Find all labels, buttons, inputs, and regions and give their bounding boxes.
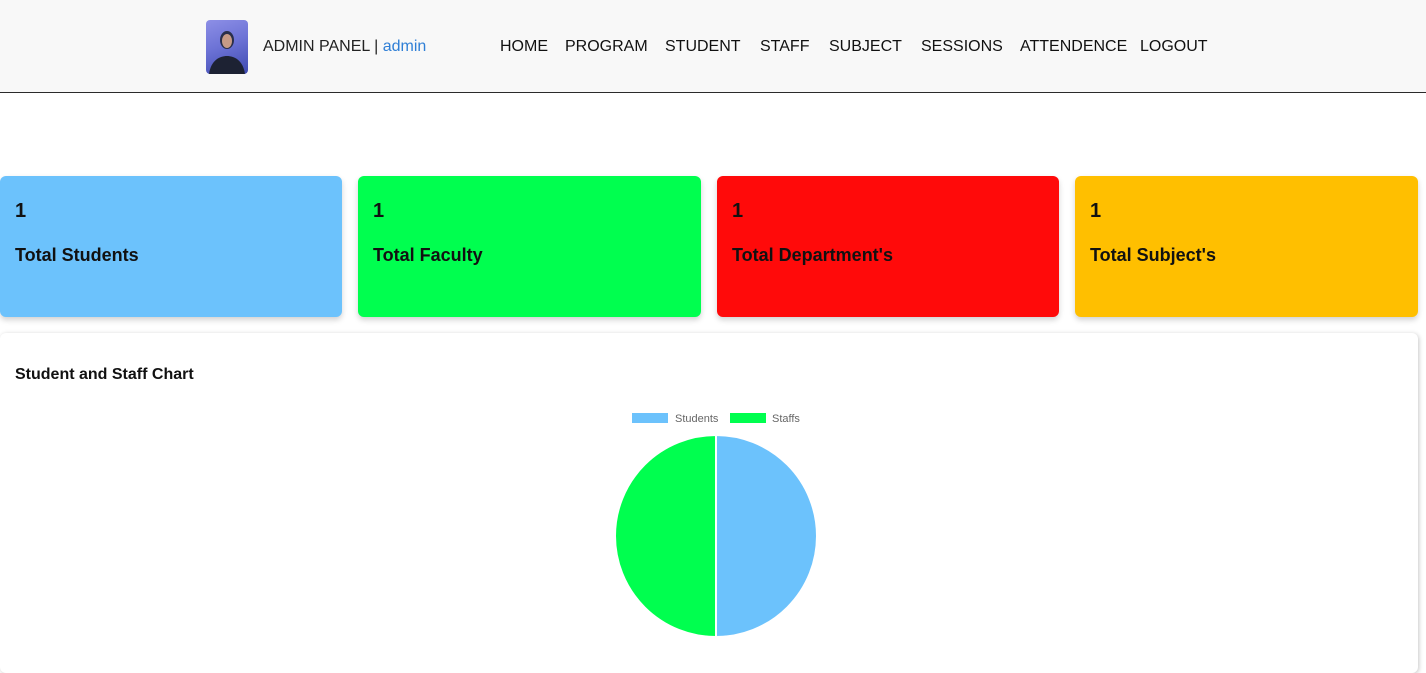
- nav-attendence[interactable]: ATTENDENCE: [1020, 38, 1127, 56]
- total-departments-count: 1: [732, 200, 744, 222]
- total-departments-label: Total Department's: [732, 245, 893, 265]
- card-total-subjects: 1 Total Subject's: [1075, 176, 1418, 317]
- total-faculty-count: 1: [373, 200, 385, 222]
- legend-label-students[interactable]: Students: [675, 413, 719, 425]
- total-faculty-label: Total Faculty: [373, 245, 483, 265]
- nav-sessions[interactable]: SESSIONS: [921, 38, 1003, 56]
- main-nav: HOME PROGRAM STUDENT STAFF SUBJECT SESSI…: [0, 38, 1426, 58]
- nav-student[interactable]: STUDENT: [665, 38, 741, 56]
- nav-staff[interactable]: STAFF: [760, 38, 809, 56]
- nav-subject[interactable]: SUBJECT: [829, 38, 902, 56]
- legend-swatch-staffs[interactable]: [730, 413, 766, 423]
- total-students-label: Total Students: [15, 245, 139, 265]
- nav-program[interactable]: PROGRAM: [565, 38, 648, 56]
- chart-panel: Student and Staff Chart Students Staffs: [0, 333, 1418, 673]
- total-subjects-label: Total Subject's: [1090, 245, 1216, 265]
- nav-home[interactable]: HOME: [500, 38, 548, 56]
- card-total-departments: 1 Total Department's: [717, 176, 1059, 317]
- nav-logout[interactable]: LOGOUT: [1140, 38, 1208, 56]
- top-navbar: ADMIN PANEL | admin HOME PROGRAM STUDENT…: [0, 0, 1426, 93]
- total-subjects-count: 1: [1090, 200, 1102, 222]
- pie-chart: Students Staffs: [614, 413, 818, 639]
- pie-slice-staffs[interactable]: [614, 433, 717, 639]
- total-students-count: 1: [15, 200, 27, 222]
- pie-slice-students[interactable]: [715, 433, 818, 639]
- card-total-students: 1 Total Students: [0, 176, 342, 317]
- legend-label-staffs[interactable]: Staffs: [772, 413, 800, 425]
- card-total-faculty: 1 Total Faculty: [358, 176, 701, 317]
- legend-swatch-students[interactable]: [632, 413, 668, 423]
